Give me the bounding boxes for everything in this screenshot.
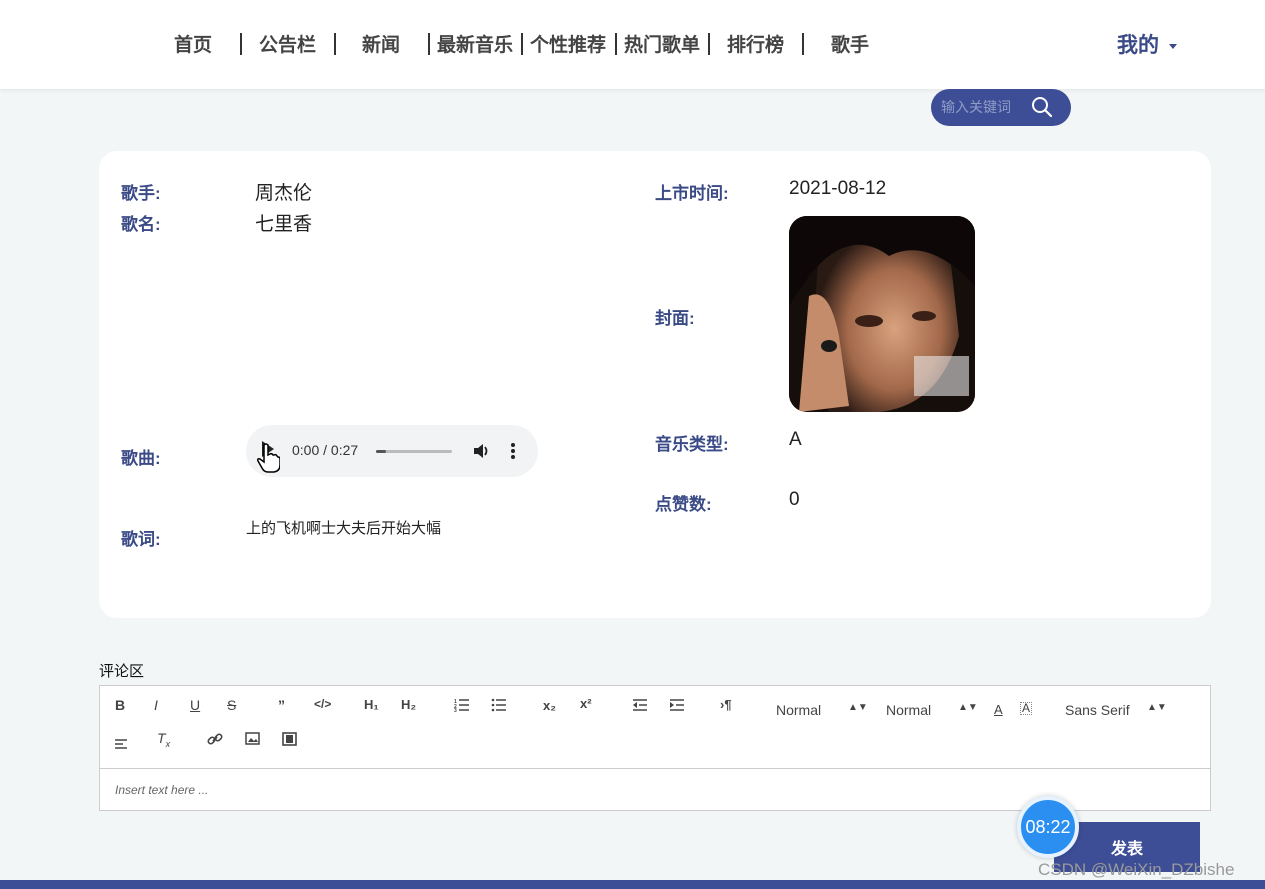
nav-separator bbox=[240, 33, 242, 55]
size-select-1-value: Normal bbox=[776, 702, 822, 718]
caret-down-icon bbox=[1169, 43, 1177, 49]
nav-separator bbox=[334, 33, 336, 55]
video-icon[interactable] bbox=[282, 732, 297, 746]
select-arrows-icon: ▲▼ bbox=[1147, 702, 1167, 713]
ordered-list-icon[interactable]: 123 bbox=[454, 698, 470, 712]
audio-time: 0:00 / 0:27 bbox=[292, 442, 359, 458]
nav-notice[interactable]: 公告栏 bbox=[259, 30, 316, 57]
comment-editor: B I U S ” </> H₁ H₂ 123 x₂ x² ›¶ Normal ▲… bbox=[99, 685, 1211, 811]
editor-toolbar: B I U S ” </> H₁ H₂ 123 x₂ x² ›¶ Normal ▲… bbox=[100, 686, 1210, 769]
nav-hot-playlist[interactable]: 热门歌单 bbox=[624, 30, 700, 57]
superscript-button[interactable]: x² bbox=[580, 696, 592, 711]
audio-player: 0:00 / 0:27 bbox=[246, 425, 538, 477]
audio-seek-fill bbox=[376, 450, 386, 453]
song-name-value: 七里香 bbox=[255, 214, 313, 235]
song-detail-card: 歌手: 周杰伦 歌名: 七里香 上市时间: 2021-08-12 封面: 歌曲: bbox=[99, 151, 1211, 618]
nav-home[interactable]: 首页 bbox=[174, 30, 212, 57]
nav-separator bbox=[802, 33, 804, 55]
font-select-value: Sans Serif bbox=[1065, 702, 1130, 718]
my-menu-label: 我的 bbox=[1117, 34, 1159, 57]
nav-recommend[interactable]: 个性推荐 bbox=[530, 30, 606, 57]
cover-label: 封面: bbox=[655, 309, 695, 328]
size-select-2-value: Normal bbox=[886, 702, 932, 718]
volume-icon[interactable] bbox=[472, 441, 492, 461]
strike-button[interactable]: S bbox=[227, 697, 236, 713]
nav-separator bbox=[615, 33, 617, 55]
bullet-list-icon[interactable] bbox=[491, 698, 507, 712]
music-type-label: 音乐类型: bbox=[655, 435, 729, 454]
text-color-button[interactable]: A bbox=[994, 702, 1003, 717]
music-type-value: A bbox=[789, 429, 802, 450]
outdent-icon[interactable] bbox=[632, 698, 648, 712]
comment-text-area[interactable]: Insert text here ... bbox=[115, 783, 208, 797]
comments-title: 评论区 bbox=[99, 663, 145, 680]
select-arrows-icon: ▲▼ bbox=[958, 702, 978, 713]
nav-separator bbox=[521, 33, 523, 55]
top-nav: 首页 公告栏 新闻 最新音乐 个性推荐 热门歌单 排行榜 歌手 我的 bbox=[0, 0, 1265, 89]
lyrics-value: 上的飞机啊士大夫后开始大幅 bbox=[246, 520, 442, 537]
heading2-button[interactable]: H₂ bbox=[401, 697, 416, 712]
nav-singer[interactable]: 歌手 bbox=[831, 30, 869, 57]
release-label: 上市时间: bbox=[655, 184, 729, 203]
audio-label: 歌曲: bbox=[121, 449, 161, 468]
link-icon[interactable] bbox=[207, 731, 223, 747]
nav-separator bbox=[708, 33, 710, 55]
nav-news[interactable]: 新闻 bbox=[362, 30, 400, 57]
release-value: 2021-08-12 bbox=[789, 178, 887, 199]
timer-badge: 08:22 bbox=[1017, 796, 1079, 858]
likes-value: 0 bbox=[789, 489, 800, 510]
watermark-text: CSDN @WeiXin_DZbishe bbox=[1038, 860, 1235, 879]
nav-separator bbox=[428, 33, 430, 55]
image-icon[interactable] bbox=[245, 732, 260, 745]
underline-button[interactable]: U bbox=[190, 697, 200, 713]
footer-bar bbox=[0, 880, 1265, 889]
size-select-1[interactable]: Normal ▲▼ bbox=[776, 702, 868, 718]
singer-label: 歌手: bbox=[121, 184, 161, 203]
audio-seek-bar[interactable] bbox=[376, 450, 452, 453]
background-color-button[interactable]: A bbox=[1020, 702, 1033, 715]
search-box bbox=[931, 89, 1071, 126]
font-select[interactable]: Sans Serif ▲▼ bbox=[1065, 702, 1167, 718]
singer-value: 周杰伦 bbox=[255, 183, 313, 204]
svg-text:3: 3 bbox=[454, 708, 457, 712]
search-input[interactable] bbox=[941, 97, 1036, 117]
heading1-button[interactable]: H₁ bbox=[364, 697, 379, 712]
select-arrows-icon: ▲▼ bbox=[848, 702, 868, 713]
album-cover-image bbox=[789, 216, 975, 412]
song-name-label: 歌名: bbox=[121, 215, 161, 234]
indent-icon[interactable] bbox=[669, 698, 685, 712]
my-menu[interactable]: 我的 bbox=[1117, 29, 1177, 59]
nav-ranking[interactable]: 排行榜 bbox=[727, 30, 784, 57]
lyrics-label: 歌词: bbox=[121, 530, 161, 549]
more-options-icon[interactable] bbox=[508, 441, 518, 461]
align-icon[interactable] bbox=[115, 738, 129, 750]
search-icon[interactable] bbox=[1031, 96, 1053, 118]
code-block-button[interactable]: </> bbox=[314, 697, 331, 711]
nav-latest-music[interactable]: 最新音乐 bbox=[437, 30, 513, 57]
text-direction-button[interactable]: ›¶ bbox=[720, 697, 732, 712]
bold-button[interactable]: B bbox=[115, 697, 125, 713]
subscript-button[interactable]: x₂ bbox=[543, 698, 556, 713]
likes-label: 点赞数: bbox=[655, 495, 712, 514]
size-select-2[interactable]: Normal ▲▼ bbox=[886, 702, 978, 718]
clear-format-button[interactable]: Tx bbox=[157, 730, 170, 749]
hand-cursor-icon bbox=[257, 443, 280, 473]
italic-button[interactable]: I bbox=[154, 697, 158, 713]
blockquote-button[interactable]: ” bbox=[278, 697, 285, 713]
